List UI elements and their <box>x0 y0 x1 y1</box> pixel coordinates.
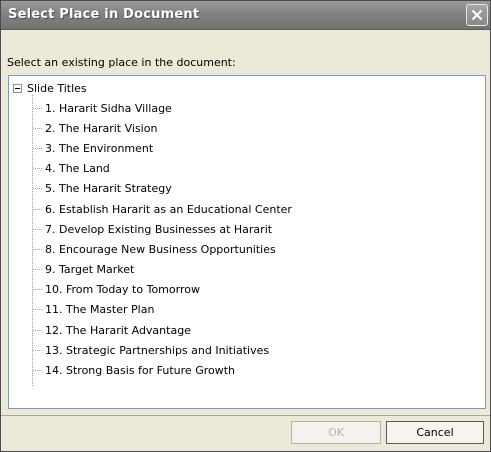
tree-connector <box>33 309 42 311</box>
tree-item[interactable]: 11. The Master Plan <box>33 300 292 320</box>
tree-item-label: 9. Target Market <box>45 263 135 277</box>
select-place-dialog: Select Place in Document Select an exist… <box>0 0 491 452</box>
footer-divider <box>1 415 490 416</box>
tree-item[interactable]: 8. Encourage New Business Opportunities <box>33 239 292 259</box>
place-tree-view[interactable]: Slide Titles 1. Hararit Sidha Village 2. … <box>8 75 486 409</box>
tree-connector <box>33 208 42 210</box>
close-icon <box>471 9 483 21</box>
tree-connector <box>33 127 42 129</box>
tree-item-label: 1. Hararit Sidha Village <box>45 101 172 115</box>
cancel-button[interactable]: Cancel <box>386 421 484 444</box>
tree-connector <box>33 168 42 170</box>
tree-item[interactable]: 13. Strategic Partnerships and Initiativ… <box>33 340 292 360</box>
collapse-icon[interactable] <box>13 83 22 93</box>
ok-button[interactable]: OK <box>291 421 381 444</box>
tree-connector <box>33 289 42 291</box>
tree-item[interactable]: 1. Hararit Sidha Village <box>33 98 292 118</box>
title-bar[interactable]: Select Place in Document <box>1 1 490 30</box>
tree-item-label: 4. The Land <box>45 162 110 176</box>
tree-item-label: 13. Strategic Partnerships and Initiativ… <box>45 343 270 357</box>
tree-connector <box>33 147 42 149</box>
tree-connector <box>33 370 42 372</box>
tree-item[interactable]: 4. The Land <box>33 159 292 179</box>
tree-connector <box>33 349 42 351</box>
tree-item[interactable]: 12. The Hararit Advantage <box>33 320 292 340</box>
dialog-title: Select Place in Document <box>8 7 200 22</box>
tree-connector <box>33 329 42 331</box>
tree-items: 1. Hararit Sidha Village 2. The Hararit V… <box>33 98 292 381</box>
tree-item[interactable]: 10. From Today to Tomorrow <box>33 280 292 300</box>
tree-item-label: 10. From Today to Tomorrow <box>45 283 200 297</box>
tree-item-label: 7. Develop Existing Businesses at Harari… <box>45 222 273 236</box>
tree-item-label: 5. The Hararit Strategy <box>45 182 172 196</box>
tree-connector <box>33 228 42 230</box>
tree-root-slide-titles[interactable]: Slide Titles <box>13 80 87 96</box>
tree-connector <box>33 269 42 271</box>
tree-item-label: 3. The Environment <box>45 141 154 155</box>
instruction-label: Select an existing place in the document… <box>7 56 236 69</box>
tree-item[interactable]: 5. The Hararit Strategy <box>33 179 292 199</box>
tree-item[interactable]: 2. The Hararit Vision <box>33 118 292 138</box>
tree-item-label: 11. The Master Plan <box>45 303 155 317</box>
tree-connector <box>33 107 42 109</box>
tree-item[interactable]: 9. Target Market <box>33 260 292 280</box>
tree-connector <box>33 248 42 250</box>
tree-root-label: Slide Titles <box>27 81 87 95</box>
tree-item[interactable]: 7. Develop Existing Businesses at Harari… <box>33 219 292 239</box>
tree-item[interactable]: 14. Strong Basis for Future Growth <box>33 360 292 380</box>
tree-item-label: 8. Encourage New Business Opportunities <box>45 242 276 256</box>
tree-connector <box>33 188 42 190</box>
close-button[interactable] <box>466 4 488 26</box>
tree-item-label: 6. Establish Hararit as an Educational C… <box>45 202 292 216</box>
tree-item-label: 14. Strong Basis for Future Growth <box>45 364 236 378</box>
tree-item-label: 12. The Hararit Advantage <box>45 323 191 337</box>
tree-item-label: 2. The Hararit Vision <box>45 121 158 135</box>
tree-item[interactable]: 3. The Environment <box>33 138 292 158</box>
tree-item[interactable]: 6. Establish Hararit as an Educational C… <box>33 199 292 219</box>
